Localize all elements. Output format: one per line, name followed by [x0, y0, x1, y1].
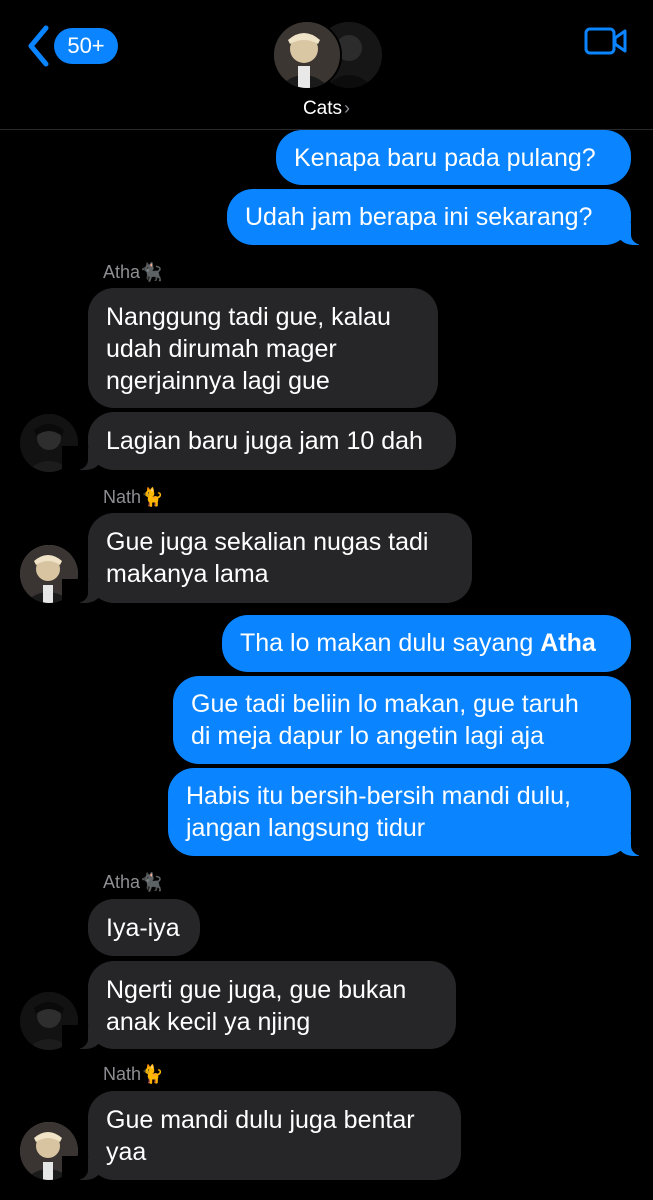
unread-count-badge: 50+ [54, 28, 118, 64]
message-text: Tha lo makan dulu sayang [240, 629, 541, 657]
message-text: Kenapa baru pada pulang? [294, 144, 596, 172]
group-name-text: Cats [302, 98, 343, 119]
conversation-header: 50+ Cats › [0, 0, 653, 130]
message-text-line: Habis itu bersih-bersih mandi dulu, [186, 782, 571, 810]
message-bubble-incoming[interactable]: Iya-iya [88, 899, 200, 956]
sender-label: Atha🐈‍⬛ [103, 262, 162, 283]
group-name-title[interactable]: Cats › [0, 98, 653, 120]
message-text: Iya-iya [106, 914, 180, 942]
message-bubble-outgoing[interactable]: Tha lo makan dulu sayang Atha [222, 615, 631, 672]
message-bubble-incoming[interactable]: Gue mandi dulu juga bentar yaa [62, 1091, 461, 1180]
message-text-line: Gue tadi beliin lo makan, gue taruh [191, 690, 579, 718]
cat-emoji: 🐈‍⬛ [140, 262, 163, 282]
message-bubble-incoming[interactable]: Gue juga sekalian nugas tadi makanya lam… [62, 513, 472, 603]
group-avatar-light [272, 20, 342, 90]
message-text-line: Ngerti gue juga, gue bukan [106, 976, 407, 1004]
chevron-left-icon [28, 25, 49, 67]
cat-emoji: 🐈‍⬛ [140, 872, 163, 892]
message-text-line: di meja dapur lo angetin lagi aja [191, 722, 545, 750]
message-text-line: Nanggung tadi gue, kalau [106, 303, 391, 331]
sender-label: Atha🐈‍⬛ [103, 872, 162, 893]
mention-text: Atha [540, 629, 596, 657]
message-text-line: Gue mandi dulu juga bentar [106, 1106, 415, 1134]
chevron-right-icon: › [344, 98, 351, 118]
group-avatar-stack[interactable] [272, 20, 384, 90]
message-text: Lagian baru juga jam 10 dah [106, 427, 423, 455]
message-bubble-outgoing[interactable]: Udah jam berapa ini sekarang? [227, 189, 653, 245]
cat-emoji: 🐈 [141, 1064, 164, 1084]
back-button[interactable]: 50+ [22, 24, 122, 68]
message-text-line: makanya lama [106, 560, 269, 588]
message-text: Udah jam berapa ini sekarang? [245, 203, 593, 231]
video-camera-icon[interactable] [584, 26, 628, 56]
message-bubble-incoming[interactable]: Ngerti gue juga, gue bukan anak kecil ya… [62, 961, 456, 1049]
message-text-line: jangan langsung tidur [186, 814, 426, 842]
message-text-line: Gue juga sekalian nugas tadi [106, 528, 429, 556]
message-bubble-incoming[interactable]: Lagian baru juga jam 10 dah [62, 412, 456, 470]
message-text-line: ngerjainnya lagi gue [106, 367, 330, 395]
message-text-line: yaa [106, 1138, 147, 1166]
sender-name: Atha [103, 872, 141, 892]
message-text-line: udah dirumah mager [106, 335, 337, 363]
message-bubble-outgoing[interactable]: Habis itu bersih-bersih mandi dulu, jang… [168, 768, 653, 856]
sender-name: Atha [103, 262, 141, 282]
sender-name: Nath [103, 487, 142, 507]
message-bubble-outgoing[interactable]: Gue tadi beliin lo makan, gue taruh di m… [173, 676, 631, 764]
message-bubble-outgoing[interactable]: Kenapa baru pada pulang? [276, 130, 631, 185]
message-bubble-incoming[interactable]: Nanggung tadi gue, kalau udah dirumah ma… [88, 288, 438, 408]
sender-label: Nath🐈 [103, 1064, 163, 1085]
sender-name: Nath [103, 1064, 142, 1084]
cat-emoji: 🐈 [141, 487, 164, 507]
message-text-line: anak kecil ya njing [106, 1008, 311, 1036]
sender-label: Nath🐈 [103, 487, 163, 508]
